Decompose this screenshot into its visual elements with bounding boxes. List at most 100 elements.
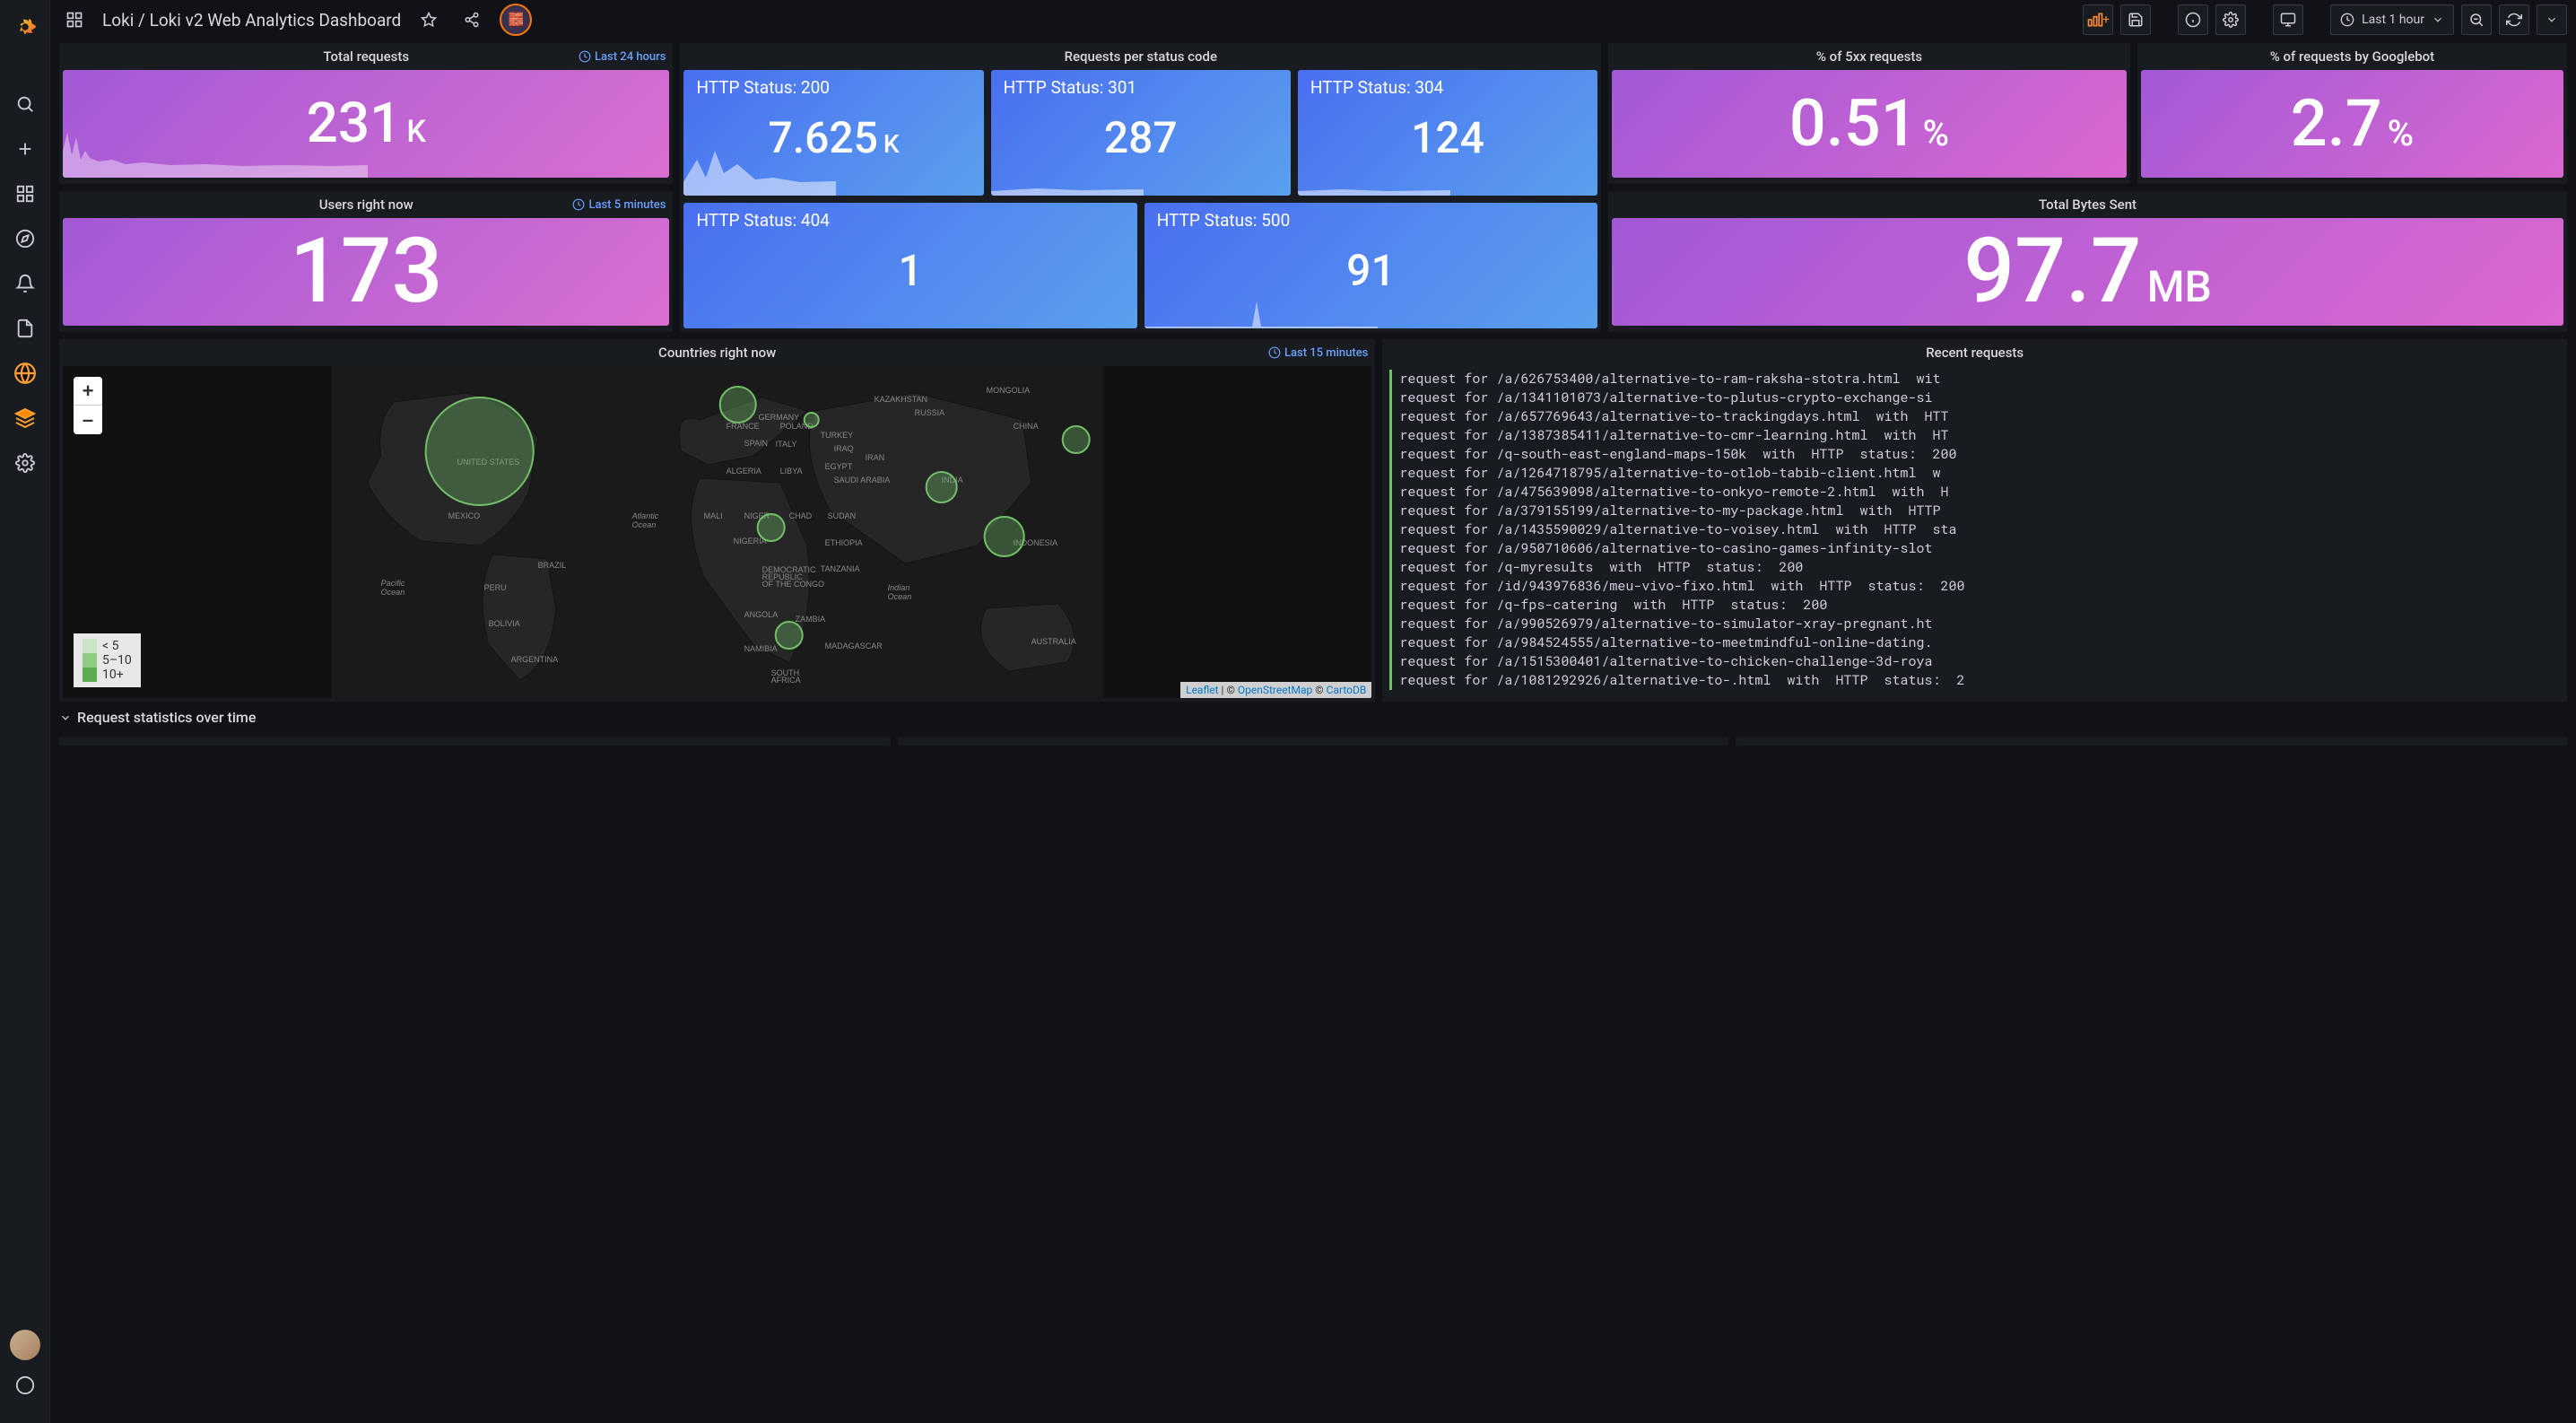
status-card-404: HTTP Status: 404 1 (683, 203, 1136, 328)
panel-recent-requests[interactable]: Recent requests request for /a/626753400… (1382, 339, 2567, 702)
svg-text:SPAIN: SPAIN (744, 439, 768, 448)
map-zoom-out[interactable]: – (74, 406, 102, 434)
share-icon[interactable] (457, 4, 487, 35)
svg-text:SUDAN: SUDAN (828, 511, 857, 520)
save-icon[interactable] (2120, 4, 2151, 35)
svg-text:AUSTRALIA: AUSTRALIA (1031, 637, 1076, 646)
sparkline (1298, 142, 1450, 196)
sidebar-config[interactable] (7, 445, 43, 481)
status-card-200: HTTP Status: 200 7.625K (683, 70, 983, 196)
svg-text:NAMIBIA: NAMIBIA (744, 644, 778, 653)
svg-text:IndianOcean: IndianOcean (888, 583, 912, 601)
svg-text:ETHIOPIA: ETHIOPIA (825, 538, 863, 547)
svg-text:MONGOLIA: MONGOLIA (987, 386, 1031, 395)
zoom-out-icon[interactable] (2461, 4, 2492, 35)
panel-title: Total requests (323, 48, 409, 65)
sidebar-alerting[interactable] (7, 266, 43, 301)
svg-text:PERU: PERU (484, 583, 507, 592)
sidebar-globe[interactable] (7, 355, 43, 391)
panel-title: Requests per status code (1065, 48, 1217, 65)
star-icon[interactable] (413, 4, 444, 35)
sidebar-layers[interactable] (7, 400, 43, 436)
panel-title: Total Bytes Sent (2039, 196, 2137, 213)
clock-icon (1268, 346, 1281, 359)
stat-unit: % (1923, 116, 1949, 152)
svg-text:MEXICO: MEXICO (448, 511, 481, 520)
map-canvas: UNITED STATES FRANCE GERMANY POLAND SPAI… (63, 366, 1371, 698)
panel-stub (1736, 737, 2567, 746)
svg-text:FRANCE: FRANCE (727, 422, 760, 431)
panel-title: % of 5xx requests (1816, 48, 1922, 65)
clock-icon (572, 198, 585, 211)
grafana-logo[interactable] (5, 7, 45, 47)
svg-text:TURKEY: TURKEY (821, 431, 854, 440)
panel-requests-per-status[interactable]: Requests per status code HTTP Status: 20… (680, 43, 1601, 332)
status-card-301: HTTP Status: 301 287 (991, 70, 1291, 196)
panel-title: Countries right now (658, 345, 776, 361)
sidebar-search[interactable] (7, 86, 43, 122)
map-legend: < 5 5–10 10+ (74, 633, 141, 687)
map-zoom-in[interactable]: + (74, 377, 102, 406)
clock-icon (2340, 13, 2354, 27)
settings-icon[interactable] (2215, 4, 2246, 35)
sidebar-explore[interactable] (7, 221, 43, 257)
row-title: Request statistics over time (77, 709, 256, 726)
status-card-500: HTTP Status: 500 91 (1144, 203, 1597, 328)
panel-time-override: Last 15 minutes (1268, 346, 1368, 360)
dashboard-nav-icon[interactable] (59, 4, 90, 35)
chevron-down-icon (2432, 13, 2444, 26)
sparkline (1144, 275, 1378, 328)
panel-title: Recent requests (1926, 345, 2023, 361)
row-toggle[interactable]: Request statistics over time (59, 702, 2567, 733)
panel-title: % of requests by Googlebot (2270, 48, 2435, 65)
svg-text:BRAZIL: BRAZIL (538, 561, 567, 570)
svg-text:IRAN: IRAN (866, 453, 885, 462)
svg-text:ITALY: ITALY (776, 440, 797, 449)
sidebar-docs[interactable] (7, 310, 43, 346)
panel-time-override: Last 5 minutes (572, 198, 666, 212)
panel-total-bytes[interactable]: Total Bytes Sent 97.7MB (1608, 191, 2567, 332)
stat-value: 173 (290, 227, 443, 317)
panel-time-override: Last 24 hours (579, 50, 666, 64)
stat-unit: MB (2147, 266, 2212, 309)
panel-pct-googlebot[interactable]: % of requests by Googlebot 2.7% (2137, 43, 2567, 184)
stat-unit: K (406, 117, 425, 147)
info-icon[interactable] (2178, 4, 2208, 35)
tv-mode-icon[interactable] (2273, 4, 2303, 35)
sidebar (0, 0, 50, 1423)
time-range-picker[interactable]: Last 1 hour (2330, 4, 2454, 35)
panel-total-requests[interactable]: Total requests Last 24 hours 231K (59, 43, 673, 184)
user-avatar[interactable] (10, 1330, 40, 1360)
svg-text:ARGENTINA: ARGENTINA (511, 655, 559, 664)
breadcrumb-title[interactable]: Loki / Loki v2 Web Analytics Dashboard (102, 10, 401, 31)
map-attribution: Leaflet | © OpenStreetMap © CartoDB (1180, 682, 1371, 698)
sidebar-dashboards[interactable] (7, 176, 43, 212)
panel-users-now[interactable]: Users right now Last 5 minutes 173 (59, 191, 673, 332)
panel-countries-map[interactable]: Countries right now Last 15 minutes + – (59, 339, 1375, 702)
svg-text:ANGOLA: ANGOLA (744, 610, 779, 619)
user-badge[interactable]: 🧱 (500, 4, 532, 36)
time-range-label: Last 1 hour (2362, 13, 2424, 27)
svg-text:CHAD: CHAD (789, 511, 813, 520)
stat-value: 0.51 (1789, 92, 1918, 156)
svg-text:TANZANIA: TANZANIA (821, 564, 860, 573)
add-panel-icon[interactable]: + (2083, 4, 2113, 35)
sidebar-create[interactable] (7, 131, 43, 167)
stat-unit: % (2388, 116, 2414, 152)
panel-stub (59, 737, 891, 746)
chevron-down-icon (59, 712, 72, 724)
world-map[interactable]: + – (63, 366, 1371, 698)
stat-value: 97.7 (1963, 227, 2141, 317)
panel-pct-5xx[interactable]: % of 5xx requests 0.51% (1608, 43, 2130, 184)
sidebar-help[interactable] (7, 1367, 43, 1403)
stat-value: 2.7 (2291, 92, 2382, 156)
log-lines: request for /a/626753400/alternative-to-… (1382, 366, 2567, 698)
refresh-dropdown-icon[interactable] (2537, 4, 2567, 35)
refresh-icon[interactable] (2499, 4, 2529, 35)
svg-text:LIBYA: LIBYA (780, 467, 803, 476)
sparkline (683, 142, 836, 196)
svg-text:KAZAKHSTAN: KAZAKHSTAN (875, 395, 927, 404)
sparkline (991, 142, 1144, 196)
sparkline (63, 124, 368, 178)
svg-text:SOUTHAFRICA: SOUTHAFRICA (771, 668, 801, 685)
